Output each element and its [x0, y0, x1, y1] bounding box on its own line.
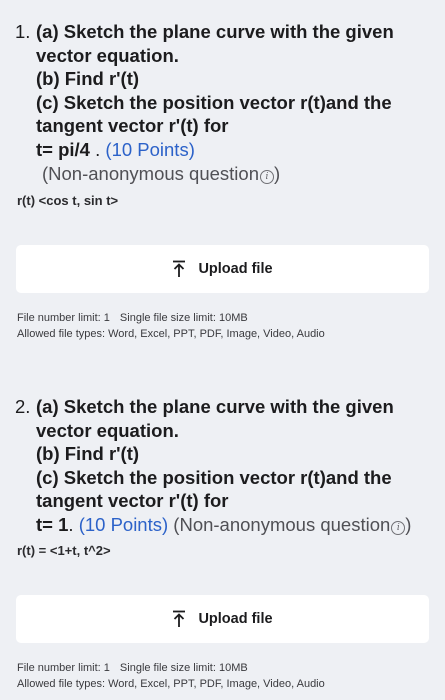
question-2-header: 2. (a) Sketch the plane curve with the g…: [0, 395, 445, 537]
question-line: (c) Sketch the position vector r(t)and t…: [36, 91, 392, 113]
question-1-header: 1. (a) Sketch the plane curve with the g…: [0, 20, 445, 185]
question-line-bold: t= 1: [36, 513, 69, 535]
non-anonymous-close: ): [274, 162, 281, 184]
question-separator: .: [89, 138, 106, 160]
question-line: (a) Sketch the plane curve with the give…: [36, 396, 394, 417]
info-icon[interactable]: i: [391, 520, 406, 535]
points-label: (10 Points): [78, 513, 169, 535]
question-last-line: t= pi/4 . (10 Points): [36, 138, 435, 162]
question-line: (b) Find r'(t): [36, 443, 140, 465]
non-anonymous-label: (Non-anonymous question: [42, 162, 259, 184]
question-number: 1.: [15, 21, 31, 42]
question-number: 2.: [15, 396, 31, 417]
upload-arrow-icon: [173, 610, 186, 627]
file-limits: File number limit: 1 Single file size lim…: [17, 660, 325, 692]
upload-arrow-icon: [173, 260, 186, 277]
question-line-bold: t= pi/4: [36, 138, 90, 160]
upload-file-button[interactable]: Upload file: [16, 245, 429, 293]
question-text: (a) Sketch the plane curve with the give…: [36, 395, 445, 537]
question-last-line: t= 1. (10 Points) (Non-anonymous questio…: [36, 513, 435, 537]
non-anonymous-note: (Non-anonymous question i): [36, 162, 435, 186]
question-line: tangent vector r'(t) for: [36, 490, 229, 512]
info-icon[interactable]: i: [260, 169, 274, 184]
file-number-limit: File number limit: 1: [17, 312, 110, 324]
allowed-file-types: Allowed file types: Word, Excel, PPT, PD…: [17, 328, 325, 340]
question-line: (b) Find r'(t): [36, 68, 140, 90]
question-line: vector equation.: [36, 419, 179, 441]
file-size-limit: Single file size limit: 10MB: [119, 662, 248, 674]
allowed-file-types: Allowed file types: Word, Excel, PPT, PD…: [17, 678, 325, 690]
points-label: (10 Points): [105, 138, 195, 160]
question-line: (c) Sketch the position vector r(t)and t…: [36, 466, 392, 488]
upload-button-label: Upload file: [198, 261, 273, 277]
question-text: (a) Sketch the plane curve with the give…: [36, 20, 445, 185]
question-line: (a) Sketch the plane curve with the give…: [36, 21, 394, 42]
question-line: vector equation.: [36, 44, 179, 66]
form-page: 1. (a) Sketch the plane curve with the g…: [0, 0, 445, 700]
file-limits: File number limit: 1 Single file size lim…: [17, 310, 325, 342]
question-1: 1. (a) Sketch the plane curve with the g…: [0, 20, 445, 208]
upload-file-button[interactable]: Upload file: [16, 595, 429, 643]
question-2: 2. (a) Sketch the plane curve with the g…: [0, 395, 445, 558]
upload-button-label: Upload file: [198, 611, 273, 627]
question-line: tangent vector r'(t) for: [36, 115, 229, 137]
question-prompt: r(t) = <1+t, t^2>: [17, 542, 111, 558]
question-separator: .: [68, 513, 79, 535]
question-prompt: r(t) <cos t, sin t>: [17, 193, 119, 209]
file-limit-line: File number limit: 1 Single file size lim…: [17, 310, 325, 326]
non-anonymous-close: ): [405, 513, 412, 535]
non-anonymous-label: (Non-anonymous question: [173, 513, 391, 535]
file-limit-line: File number limit: 1 Single file size lim…: [17, 660, 325, 676]
file-size-limit: Single file size limit: 10MB: [119, 312, 248, 324]
file-number-limit: File number limit: 1: [17, 662, 110, 674]
